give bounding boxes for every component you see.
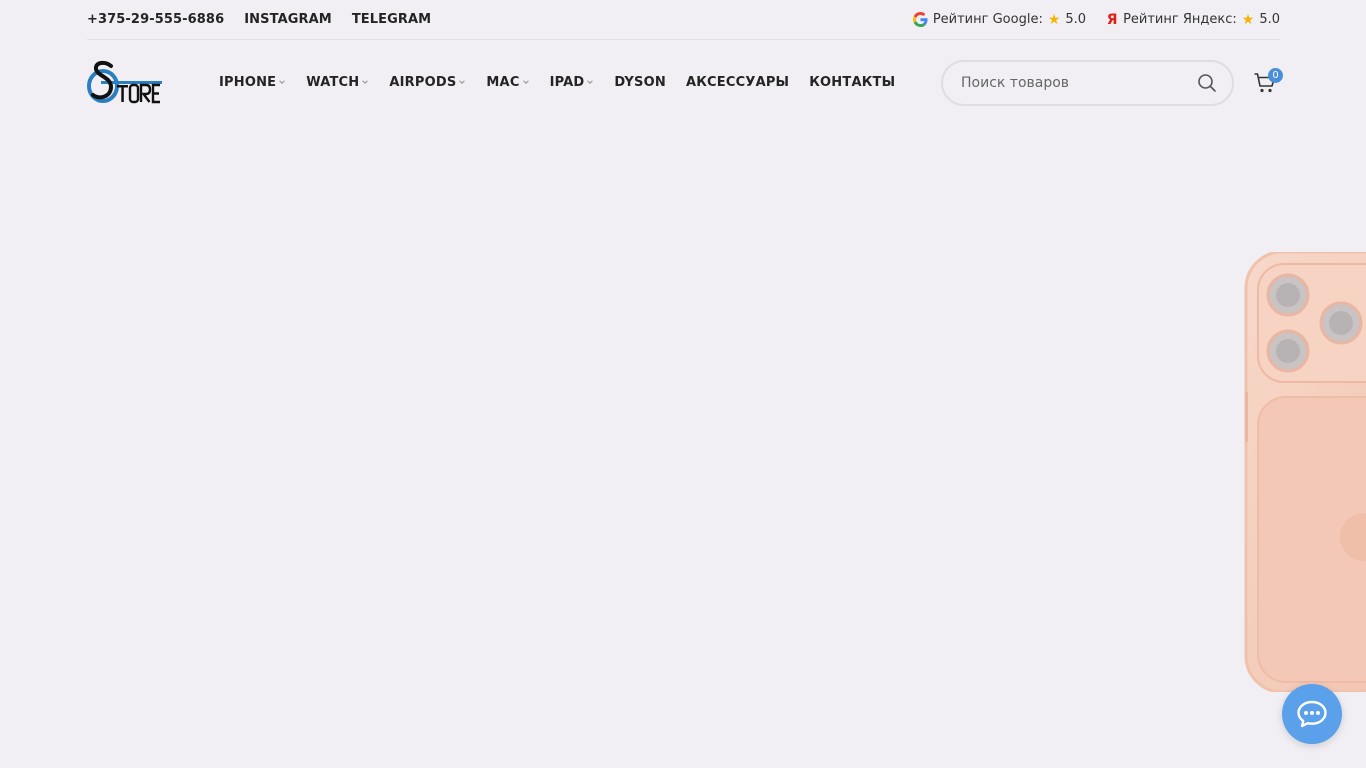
nav-item-label: MAC: [486, 74, 520, 90]
nav-item-iphone[interactable]: IPHONE: [219, 75, 286, 90]
nav-item-watch[interactable]: WATCH: [306, 75, 369, 90]
nav-item-label: WATCH: [306, 74, 360, 90]
chevron-down-icon: [587, 80, 594, 84]
star-icon: ★: [1241, 11, 1255, 28]
nav-item-ipad[interactable]: IPAD: [550, 75, 595, 90]
store-logo[interactable]: [87, 60, 163, 104]
telegram-link[interactable]: TELEGRAM: [352, 12, 431, 27]
search-input[interactable]: [959, 74, 1196, 92]
yandex-rating-label: Рейтинг Яндекс:: [1123, 12, 1237, 27]
yandex-icon: Я: [1106, 11, 1118, 28]
phone-link[interactable]: +375-29-555-6886: [87, 12, 224, 27]
search-icon: [1198, 74, 1216, 92]
google-rating[interactable]: Рейтинг Google: ★ 5.0: [912, 11, 1087, 28]
chevron-down-icon: [362, 80, 369, 84]
search-box: [941, 60, 1234, 106]
chat-button[interactable]: [1282, 684, 1342, 744]
nav-item-label: AIRPODS: [389, 74, 457, 90]
star-icon: ★: [1047, 11, 1061, 28]
main-nav: IPHONE WATCH AIRPODS MAC IPAD DYSON АКСЕ…: [219, 75, 895, 90]
top-links: +375-29-555-6886 INSTAGRAM TELEGRAM: [87, 12, 431, 27]
chevron-down-icon: [279, 80, 286, 84]
yandex-rating[interactable]: Я Рейтинг Яндекс: ★ 5.0: [1106, 12, 1280, 28]
nav-item-contacts[interactable]: КОНТАКТЫ: [809, 75, 895, 90]
search-button[interactable]: [1196, 72, 1218, 94]
top-bar: +375-29-555-6886 INSTAGRAM TELEGRAM Рейт…: [87, 0, 1280, 40]
nav-item-dyson[interactable]: DYSON: [614, 75, 666, 90]
nav-item-label: IPHONE: [219, 74, 277, 90]
yandex-rating-value: 5.0: [1259, 12, 1280, 27]
nav-item-label: DYSON: [614, 74, 666, 90]
ratings: Рейтинг Google: ★ 5.0 Я Рейтинг Яндекс: …: [912, 11, 1280, 28]
instagram-link[interactable]: INSTAGRAM: [244, 12, 332, 27]
google-rating-label: Рейтинг Google:: [932, 12, 1043, 27]
page: +375-29-555-6886 INSTAGRAM TELEGRAM Рейт…: [0, 0, 1366, 768]
nav-item-accessories[interactable]: АКСЕССУАРЫ: [686, 75, 789, 90]
nav-item-airpods[interactable]: AIRPODS: [389, 75, 466, 90]
chevron-down-icon: [459, 80, 466, 84]
nav-item-mac[interactable]: MAC: [486, 75, 529, 90]
nav-item-label: АКСЕССУАРЫ: [685, 74, 790, 90]
iphone-hero-image: [1244, 252, 1366, 692]
google-icon: [912, 12, 928, 27]
nav-item-label: КОНТАКТЫ: [809, 74, 896, 90]
cart-count-badge: 0: [1268, 68, 1283, 83]
google-rating-value: 5.0: [1065, 12, 1087, 27]
main-header: IPHONE WATCH AIRPODS MAC IPAD DYSON АКСЕ…: [87, 40, 1283, 124]
chevron-down-icon: [522, 80, 529, 84]
nav-item-label: IPAD: [549, 74, 585, 90]
chat-bubble-icon: [1297, 700, 1327, 728]
